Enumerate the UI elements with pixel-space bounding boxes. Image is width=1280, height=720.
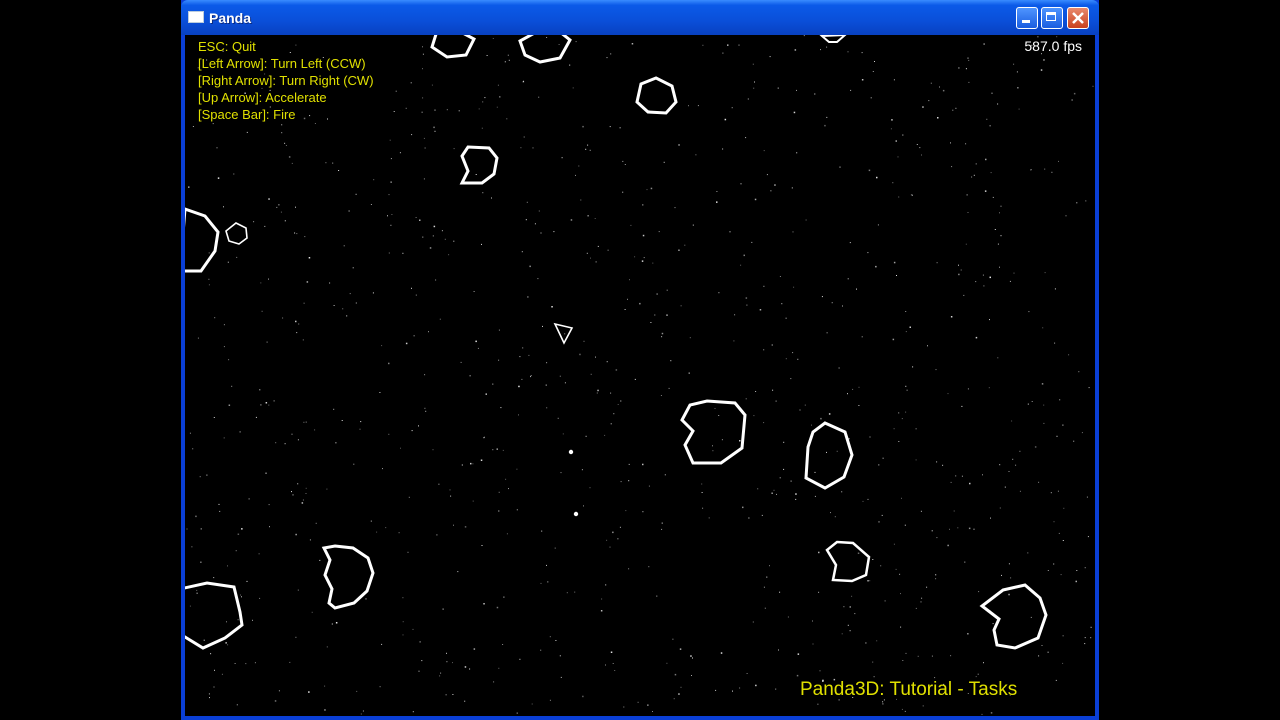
help-line-quit: ESC: Quit <box>198 39 256 54</box>
help-line-turn-right: [Right Arrow]: Turn Right (CW) <box>198 73 374 88</box>
asteroid <box>518 35 572 64</box>
asteroid <box>635 76 678 115</box>
controls-help: ESC: Quit [Left Arrow]: Turn Left (CCW) … <box>198 38 374 123</box>
asteroid <box>825 540 871 583</box>
asteroid <box>680 399 747 465</box>
window-title: Panda <box>209 10 252 26</box>
player-ship <box>553 322 574 345</box>
close-button[interactable] <box>1067 7 1089 29</box>
asteroid <box>819 35 847 43</box>
asteroid <box>979 583 1048 650</box>
asteroid <box>185 207 220 273</box>
bullet <box>568 449 574 455</box>
game-window: Panda ESC: Quit [Left Arrow]: Turn Left … <box>181 0 1099 720</box>
asteroid <box>804 421 854 490</box>
help-line-accelerate: [Up Arrow]: Accelerate <box>198 90 327 105</box>
asteroid <box>430 35 476 59</box>
close-icon <box>1072 12 1084 24</box>
asteroid <box>185 581 244 650</box>
asteroid <box>459 145 499 185</box>
maximize-button[interactable] <box>1041 7 1063 29</box>
window-icon <box>188 11 204 23</box>
bullet <box>573 511 579 517</box>
title-bar[interactable]: Panda <box>181 0 1099 35</box>
game-viewport[interactable]: ESC: Quit [Left Arrow]: Turn Left (CCW) … <box>185 35 1095 716</box>
asteroid <box>225 222 248 245</box>
fps-counter: 587.0 fps <box>1024 38 1082 54</box>
minimize-button[interactable] <box>1016 7 1038 29</box>
asteroid <box>321 544 375 610</box>
help-line-fire: [Space Bar]: Fire <box>198 107 296 122</box>
tutorial-caption: Panda3D: Tutorial - Tasks <box>800 679 1018 700</box>
help-line-turn-left: [Left Arrow]: Turn Left (CCW) <box>198 56 366 71</box>
game-scene <box>185 35 1048 650</box>
